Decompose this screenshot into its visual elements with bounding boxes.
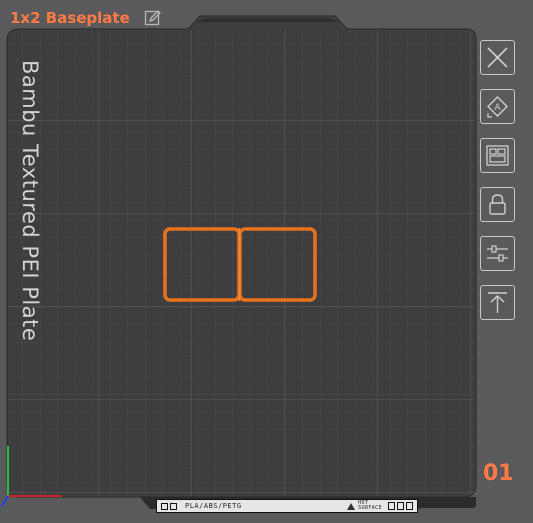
svg-text:A: A [494,103,501,113]
auto-orient-icon: A [487,96,508,118]
close-plate-button[interactable] [480,40,515,75]
plate-marker-icons [161,502,177,510]
warning-triangle-icon [347,502,356,510]
lock-plate-button[interactable] [480,187,515,222]
filament-compatibility: PLA/ABS/PETG [185,502,242,510]
bed-type-label: Bambu Textured PEI Plate [18,60,42,342]
marker-icon [406,502,413,510]
plate-end-icons [388,502,413,510]
move-to-top-button[interactable] [480,285,515,320]
marker-icon [388,502,395,510]
move-to-top-icon [488,292,507,313]
plate-settings-button[interactable] [480,236,515,271]
marker-icon [170,502,177,510]
arrange-button[interactable] [480,138,515,173]
close-icon [487,47,508,68]
marker-icon [397,502,404,510]
marker-icon [161,502,168,510]
hot-surface-warning: HOT SURFACE [347,501,382,511]
plate-settings-icon [487,245,508,262]
build-plate[interactable] [0,0,533,523]
plate-info-strip: PLA/ABS/PETG HOT SURFACE [156,499,418,513]
lock-icon [489,194,506,215]
auto-orient-button[interactable]: A [480,89,515,124]
plate-number: 01 [483,461,514,486]
arrange-icon [486,145,509,166]
